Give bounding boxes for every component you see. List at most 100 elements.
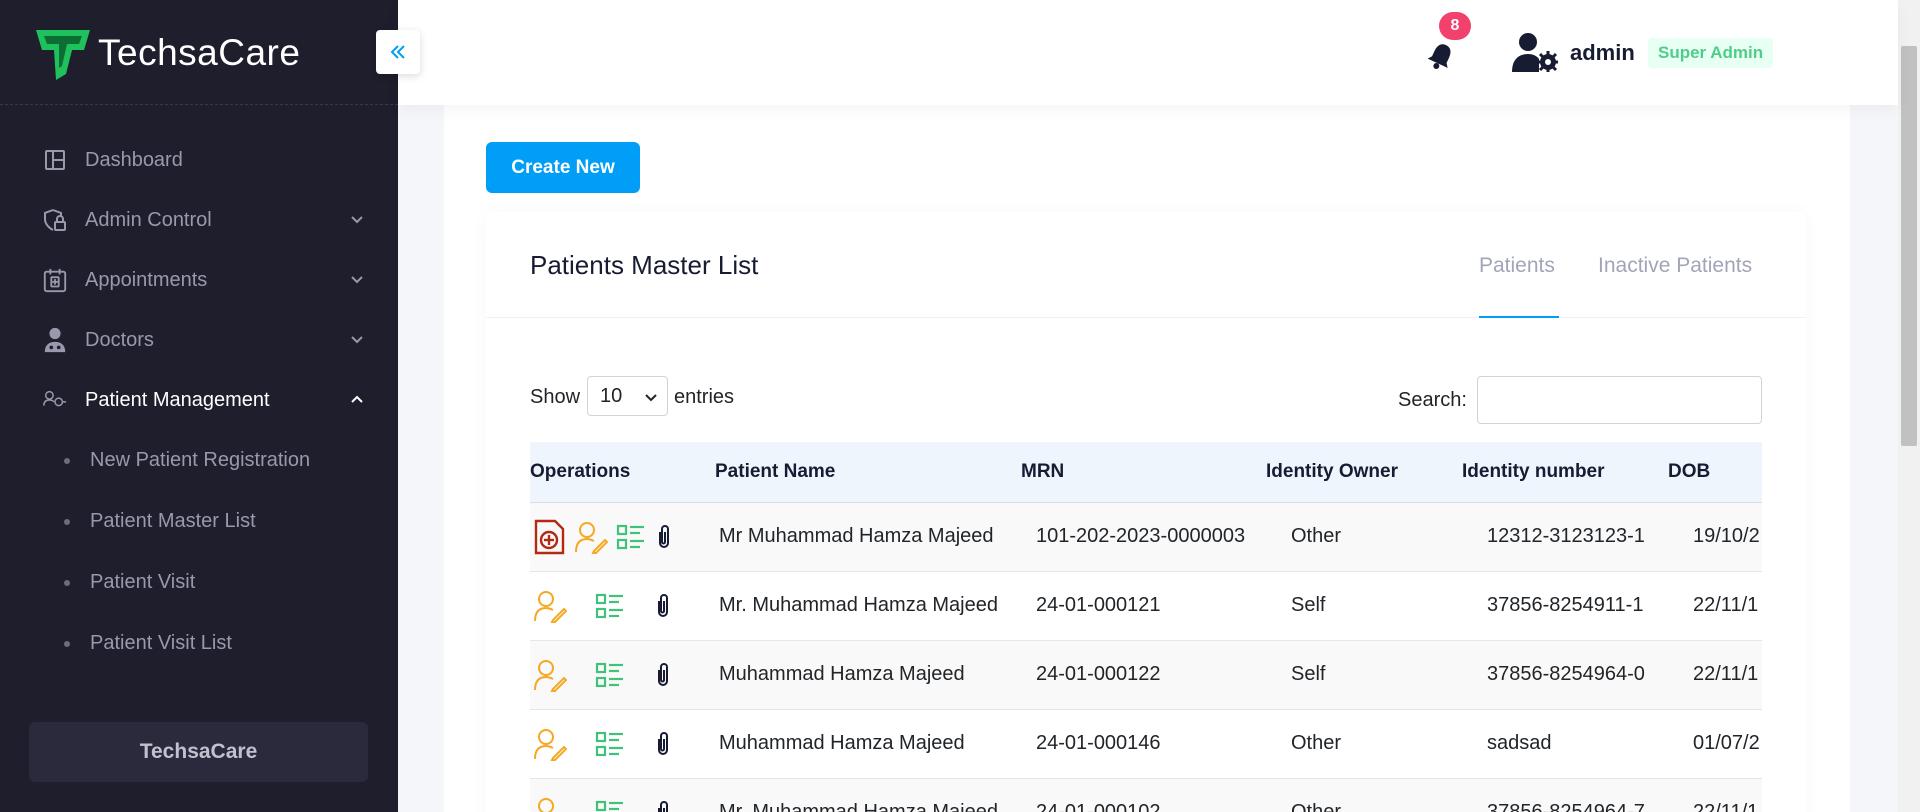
search-input[interactable] — [1477, 376, 1762, 424]
list-details-icon[interactable] — [616, 523, 646, 551]
active-tab-indicator — [1479, 316, 1559, 318]
sidebar-item-appointments[interactable]: Appointments — [0, 250, 398, 310]
column-header-dob[interactable]: DOB — [1668, 442, 1762, 503]
table-row: Mr. Muhammad Hamza Majeed 24-01-000121 S… — [530, 571, 1762, 641]
edit-user-icon[interactable] — [533, 727, 567, 761]
dob-cell: 19/10/2 — [1668, 502, 1762, 572]
table-header-row: Operations Patient Name MRN Identity Own… — [530, 442, 1762, 503]
column-header-operations[interactable]: Operations — [530, 442, 715, 503]
paperclip-icon[interactable] — [653, 661, 673, 689]
identity-number-cell: 37856-8254964-0 — [1462, 640, 1668, 710]
sidebar-item-label: Appointments — [85, 268, 208, 291]
edit-user-icon[interactable] — [533, 589, 567, 623]
sidebar-subitem-patient-master-list[interactable]: Patient Master List — [0, 491, 398, 552]
bell-icon[interactable] — [1425, 40, 1457, 72]
patients-table: Operations Patient Name MRN Identity Own… — [530, 442, 1762, 812]
sidebar-item-patient-management[interactable]: Patient Management — [0, 370, 398, 430]
paperclip-icon[interactable] — [653, 592, 673, 620]
chevron-up-icon — [351, 395, 363, 403]
tab-inactive-patients[interactable]: Inactive Patients — [1598, 254, 1752, 278]
column-header-mrn[interactable]: MRN — [1021, 442, 1266, 503]
mrn-cell: 101-202-2023-0000003 — [1021, 502, 1266, 572]
notification-count-badge: 8 — [1439, 12, 1471, 40]
bullet — [64, 457, 70, 464]
edit-user-icon[interactable] — [533, 796, 567, 812]
sidebar-menu: Dashboard Admin Control Appointments Doc… — [0, 130, 398, 674]
logo-icon — [36, 30, 90, 80]
user-name[interactable]: admin — [1570, 40, 1635, 66]
double-chevron-left-icon — [390, 45, 405, 59]
identity-owner-cell: Self — [1266, 571, 1462, 641]
table-row: Muhammad Hamza Majeed 24-01-000146 Other… — [530, 709, 1762, 779]
sidebar-subitem-new-patient-registration[interactable]: New Patient Registration — [0, 430, 398, 491]
table-row: Mr. Muhammad Hamza Majeed 24-01-000102 O… — [530, 778, 1762, 812]
sidebar-footer-button[interactable]: TechsaCare — [29, 722, 368, 782]
patient-name-cell: Mr Muhammad Hamza Majeed — [715, 502, 1021, 572]
layout-icon — [42, 147, 68, 173]
operations-cell — [530, 571, 715, 641]
column-header-identity-number[interactable]: Identity number — [1462, 442, 1668, 503]
edit-user-icon[interactable] — [533, 658, 567, 692]
paperclip-icon[interactable] — [653, 730, 673, 758]
sidebar-item-doctors[interactable]: Doctors — [0, 310, 398, 370]
operations-cell — [530, 709, 715, 779]
paperclip-icon[interactable] — [653, 799, 673, 812]
sidebar-item-admin-control[interactable]: Admin Control — [0, 190, 398, 250]
mrn-cell: 24-01-000122 — [1021, 640, 1266, 710]
scrollbar-thumb[interactable] — [1901, 46, 1917, 446]
column-header-identity-owner[interactable]: Identity Owner — [1266, 442, 1462, 503]
page-scrollbar[interactable] — [1898, 0, 1920, 812]
doctor-icon — [42, 327, 68, 353]
identity-number-cell: 12312-3123123-1 — [1462, 502, 1668, 572]
search-label: Search: — [1398, 389, 1467, 411]
sidebar-subitem-label: Patient Master List — [90, 510, 256, 532]
calendar-medical-icon — [42, 267, 68, 293]
entries-label: entries — [674, 386, 735, 408]
dob-cell: 22/11/1 — [1668, 571, 1762, 641]
bullet — [64, 640, 70, 647]
list-details-icon[interactable] — [595, 799, 625, 812]
shield-lock-icon — [42, 207, 68, 233]
sidebar-item-dashboard[interactable]: Dashboard — [0, 130, 398, 190]
patient-name-cell: Muhammad Hamza Majeed — [715, 709, 1021, 779]
list-details-icon[interactable] — [595, 592, 625, 620]
patient-icon — [42, 387, 68, 413]
identity-owner-cell: Other — [1266, 709, 1462, 779]
patient-name-cell: Muhammad Hamza Majeed — [715, 640, 1021, 710]
role-badge: Super Admin — [1648, 38, 1774, 68]
sidebar-subitem-label: Patient Visit List — [90, 632, 232, 654]
entries-select[interactable]: 10 — [587, 376, 668, 416]
sidebar-subitem-patient-visit[interactable]: Patient Visit — [0, 552, 398, 613]
tab-patients[interactable]: Patients — [1479, 254, 1555, 278]
medical-record-icon[interactable] — [533, 518, 566, 556]
show-label: Show — [530, 386, 581, 408]
patient-name-cell: Mr. Muhammad Hamza Majeed — [715, 571, 1021, 641]
paperclip-icon[interactable] — [654, 523, 674, 551]
sidebar-item-label: Patient Management — [85, 388, 270, 411]
create-new-button[interactable]: Create New — [486, 142, 640, 193]
patient-name-cell: Mr. Muhammad Hamza Majeed — [715, 778, 1021, 812]
list-details-icon[interactable] — [595, 730, 625, 758]
dob-cell: 01/07/2 — [1668, 709, 1762, 779]
identity-owner-cell: Self — [1266, 640, 1462, 710]
sidebar-collapse-button[interactable] — [376, 30, 420, 74]
sidebar-subitem-label: Patient Visit — [90, 571, 196, 593]
sidebar-subitem-patient-visit-list[interactable]: Patient Visit List — [0, 613, 398, 674]
page-title: Patients Master List — [530, 250, 759, 280]
chevron-down-icon — [645, 394, 657, 402]
brand: TechsaCare — [0, 0, 398, 105]
chevron-down-icon — [351, 216, 363, 224]
identity-owner-cell: Other — [1266, 502, 1462, 572]
sidebar: TechsaCare Dashboard Admin Control Appoi… — [0, 0, 398, 812]
mrn-cell: 24-01-000121 — [1021, 571, 1266, 641]
column-header-patient-name[interactable]: Patient Name — [715, 442, 1021, 503]
bullet — [64, 518, 70, 525]
sidebar-item-label: Dashboard — [85, 148, 183, 171]
edit-user-icon[interactable] — [574, 520, 608, 554]
sidebar-subitem-label: New Patient Registration — [90, 449, 311, 471]
operations-cell — [530, 778, 715, 812]
operations-cell — [530, 502, 715, 572]
identity-number-cell: sadsad — [1462, 709, 1668, 779]
user-settings-icon[interactable] — [1512, 32, 1558, 72]
list-details-icon[interactable] — [595, 661, 625, 689]
